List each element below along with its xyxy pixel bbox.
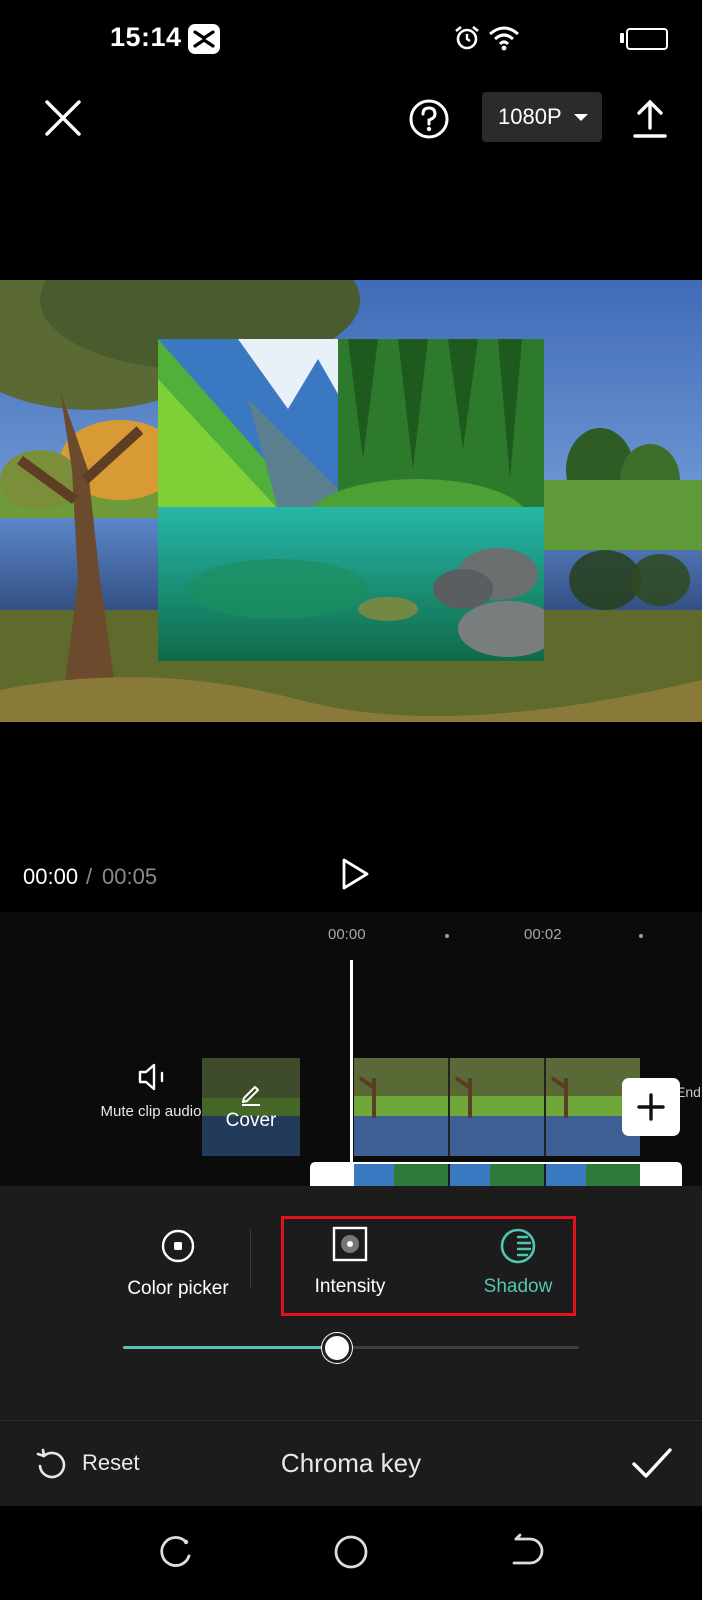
wifi-icon (487, 24, 521, 57)
cover-button[interactable]: Cover (202, 1058, 300, 1156)
chroma-key-panel: Color picker Intensity Shadow Reset Chro… (0, 1186, 702, 1506)
clip-frame (450, 1058, 544, 1156)
tool-divider (250, 1230, 251, 1288)
help-button[interactable] (407, 97, 451, 141)
overlay-track (310, 1162, 682, 1186)
plus-icon (637, 1093, 665, 1121)
cover-thumbnail (202, 1058, 300, 1156)
status-bar: 15:14 46 (0, 0, 702, 80)
caret-down-icon (574, 114, 588, 121)
color-picker-button[interactable]: Color picker (118, 1228, 238, 1308)
playhead[interactable] (350, 960, 353, 1186)
capcut-app-icon (188, 24, 220, 54)
close-icon (45, 100, 81, 136)
battery-tip (620, 33, 624, 43)
play-button[interactable] (338, 856, 372, 892)
battery-percent: 46 (638, 30, 656, 47)
slider-thumb[interactable] (322, 1333, 352, 1363)
status-time: 15:14 (110, 22, 182, 52)
time-tick: 00:02 (524, 926, 562, 943)
time-separator: / (86, 864, 93, 889)
shadow-slider[interactable] (123, 1330, 579, 1366)
tick-dot (639, 934, 643, 938)
recents-icon (160, 1536, 191, 1567)
resolution-label: 1080P (498, 104, 562, 129)
cover-label: Cover (225, 1110, 277, 1131)
current-time: 00:00 (23, 864, 79, 889)
recents-button[interactable] (156, 1532, 196, 1572)
shadow-icon (500, 1228, 536, 1264)
back-icon (512, 1533, 544, 1565)
resolution-dropdown[interactable]: 1080P (482, 92, 602, 142)
mute-clip-audio-button[interactable]: Mute clip audio (96, 1062, 206, 1154)
mute-clip-audio-label: Mute clip audio (100, 1103, 202, 1120)
slider-fill (123, 1346, 337, 1349)
close-button[interactable] (40, 95, 86, 141)
time-tick: 00:00 (328, 926, 366, 943)
tick-dot (445, 934, 449, 938)
clip-frame (354, 1058, 448, 1156)
play-icon (342, 858, 369, 890)
battery-icon: 46 (626, 28, 668, 50)
intensity-label: Intensity (314, 1276, 386, 1297)
intensity-icon (332, 1226, 368, 1262)
edit-pencil-icon (242, 1086, 260, 1106)
main-video-clip[interactable] (354, 1058, 640, 1156)
overlay-video-clip[interactable] (158, 339, 544, 661)
back-button[interactable] (506, 1532, 546, 1572)
total-duration: 00:05 (102, 864, 158, 889)
video-preview[interactable] (0, 280, 702, 722)
shadow-button[interactable]: Shadow (468, 1226, 568, 1306)
system-nav-bar (0, 1506, 702, 1600)
shadow-label: Shadow (483, 1276, 553, 1297)
export-button[interactable] (630, 96, 670, 140)
add-clip-button[interactable] (622, 1078, 680, 1136)
checkmark-icon (632, 1448, 672, 1478)
overlay-clip-strip[interactable] (354, 1164, 640, 1186)
confirm-button[interactable] (630, 1444, 674, 1484)
panel-divider (0, 1420, 702, 1421)
color-picker-icon (161, 1229, 195, 1263)
reset-button[interactable]: Reset (35, 1442, 165, 1486)
panel-title: Chroma key (280, 1448, 422, 1478)
help-icon (409, 99, 449, 139)
alarm-icon (453, 24, 481, 57)
color-picker-label: Color picker (127, 1278, 229, 1299)
timeline[interactable]: 00:00 00:02 Mute clip audio Cover End (0, 912, 702, 1186)
upload-icon (633, 99, 667, 138)
intensity-button[interactable]: Intensity (300, 1226, 400, 1306)
home-icon (334, 1535, 368, 1569)
home-button[interactable] (331, 1532, 371, 1572)
reset-icon (36, 1448, 66, 1479)
speaker-icon (138, 1063, 164, 1091)
reset-label: Reset (82, 1450, 140, 1475)
